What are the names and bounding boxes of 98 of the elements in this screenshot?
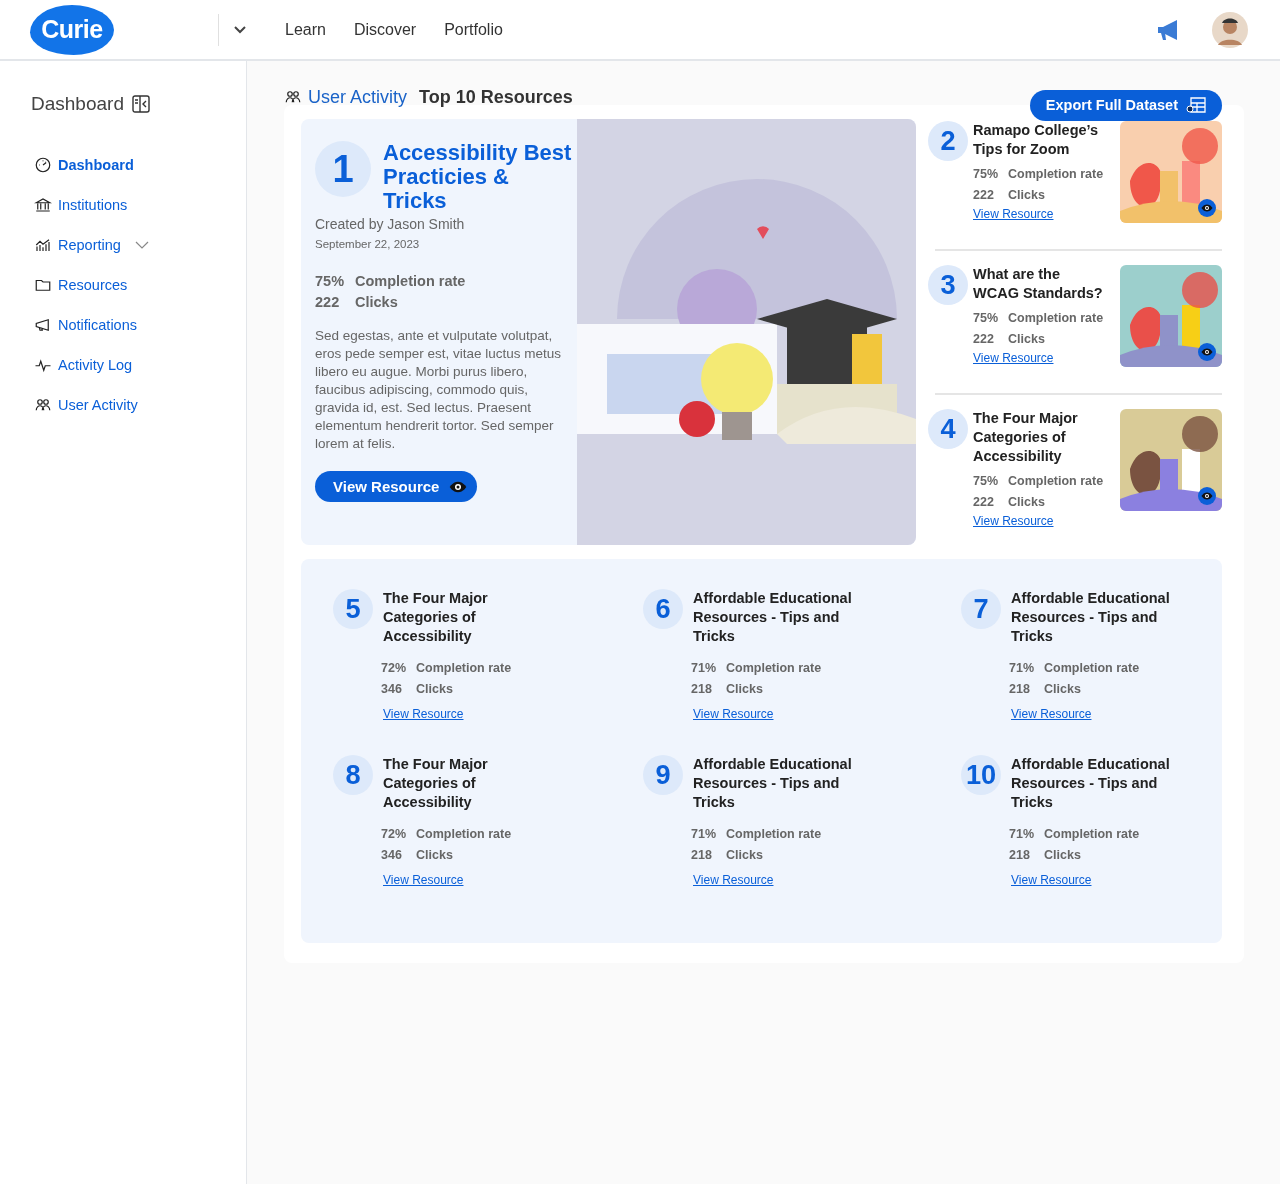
completion-label: Completion rate (416, 661, 512, 675)
view-resource-link[interactable]: View Resource (973, 207, 1054, 221)
completion-label: Completion rate (355, 273, 466, 289)
resource-title: Affordable Educational Resources - Tips and Tricks (693, 755, 853, 812)
megaphone-icon (34, 316, 52, 334)
view-resource-link[interactable]: View Resource (1011, 707, 1092, 721)
sidebar-item[interactable]: Resources (58, 265, 128, 305)
view-resource-link[interactable]: View Resource (973, 514, 1054, 528)
author-text: Created by Jason Smith (315, 216, 466, 232)
chart-icon (34, 236, 52, 254)
collapse-sidebar-icon[interactable] (131, 95, 150, 113)
completion-label: Completion rate (1008, 474, 1104, 488)
completion-label: Completion rate (1044, 827, 1140, 841)
table-icon (1186, 97, 1206, 113)
view-resource-link[interactable]: View Resource (693, 873, 774, 887)
clicks-label: Clicks (355, 294, 398, 310)
completion-value: 71% (1009, 827, 1036, 841)
rank-number: 1 (315, 141, 371, 197)
rank-number: 7 (961, 589, 1001, 629)
breadcrumb-link[interactable]: User Activity (308, 86, 408, 108)
nav-link[interactable]: Discover (353, 20, 417, 39)
clicks-label: Clicks (416, 682, 453, 696)
clicks-label: Clicks (416, 848, 453, 862)
completion-label: Completion rate (416, 827, 512, 841)
view-resource-link[interactable]: View Resource (383, 707, 464, 721)
page-title: Top 10 Resources (419, 86, 573, 108)
eye-icon (1201, 202, 1213, 214)
logo[interactable]: Curie (30, 4, 114, 55)
completion-label: Completion rate (1008, 311, 1104, 325)
resource-title: Affordable Educational Resources - Tips and Tricks (1011, 589, 1171, 646)
sidebar-item[interactable]: Dashboard (58, 145, 134, 185)
completion-value: 75% (973, 311, 1000, 325)
completion-value: 71% (691, 827, 718, 841)
bank-icon (34, 196, 52, 214)
date-text: September 22, 2023 (315, 238, 421, 250)
clicks-label: Clicks (726, 682, 763, 696)
rank-number: 3 (928, 265, 968, 305)
view-resource-link[interactable]: View Resource (973, 351, 1054, 365)
avatar[interactable] (1212, 11, 1248, 48)
clicks-value: 218 (1009, 682, 1031, 696)
clicks-value: 222 (315, 294, 341, 310)
clicks-label: Clicks (1044, 848, 1081, 862)
view-resource-link[interactable]: View Resource (383, 873, 464, 887)
completion-value: 75% (973, 474, 1000, 488)
clicks-value: 218 (691, 682, 713, 696)
sidebar-item[interactable]: User Activity (58, 385, 138, 425)
sidebar-item[interactable]: Reporting (58, 225, 121, 265)
view-resource-button[interactable]: View Resource (315, 471, 478, 502)
completion-value: 71% (1009, 661, 1036, 675)
nav-link[interactable]: Portfolio (444, 20, 503, 39)
resource-title: Accessibility Best Practicies & Tricks (383, 141, 573, 213)
clicks-value: 218 (691, 848, 713, 862)
export-button[interactable]: Export Full Dataset (1029, 89, 1222, 121)
rank-number: 5 (333, 589, 373, 629)
description-text: Sed egestas, ante et vulputate volutpat, eros pede semper est, vitae luctus metus libero eu augue. Morbi purus libero, faucibus adipiscing, commodo quis, gravida id, est. Sed lectus. Praesent elementum hendrerit tortor. Sed semper lorem at felis. (315, 327, 563, 453)
completion-value: 75% (315, 273, 346, 289)
resource-title: What are the WCAG Standards? (973, 265, 1104, 303)
clicks-value: 222 (973, 495, 995, 509)
clicks-label: Clicks (1044, 682, 1081, 696)
completion-value: 72% (381, 661, 408, 675)
clicks-value: 346 (381, 682, 403, 696)
resource-title: Affordable Educational Resources - Tips and Tricks (1011, 755, 1171, 812)
view-resource-link[interactable]: View Resource (1011, 873, 1092, 887)
rank-number: 8 (333, 755, 373, 795)
rank-number: 6 (643, 589, 683, 629)
rank-number: 4 (928, 409, 968, 449)
eye-icon (1201, 490, 1213, 502)
clicks-label: Clicks (1008, 495, 1045, 509)
resource-title: The Four Major Categories of Accessibility (383, 589, 489, 646)
clicks-value: 346 (381, 848, 403, 862)
clicks-value: 222 (973, 332, 995, 346)
completion-value: 75% (973, 167, 1000, 181)
completion-value: 72% (381, 827, 408, 841)
clicks-label: Clicks (1008, 332, 1045, 346)
sidebar-item[interactable]: Institutions (58, 185, 128, 225)
clicks-value: 218 (1009, 848, 1031, 862)
nav-link[interactable]: Learn (285, 20, 326, 39)
sidebar-title: Dashboard (31, 93, 124, 115)
view-resource-link[interactable]: View Resource (693, 707, 774, 721)
rank-number: 2 (928, 121, 968, 161)
resource-title: The Four Major Categories of Accessibility (973, 409, 1079, 466)
resource-title: Affordable Educational Resources - Tips and Tricks (693, 589, 853, 646)
completion-label: Completion rate (1008, 167, 1104, 181)
gauge-icon (34, 156, 52, 174)
clicks-label: Clicks (1008, 188, 1045, 202)
rank-number: 10 (961, 755, 1001, 795)
eye-icon (1201, 346, 1213, 358)
completion-label: Completion rate (1044, 661, 1140, 675)
clicks-value: 222 (973, 188, 995, 202)
sidebar-item[interactable]: Activity Log (58, 345, 133, 385)
completion-label: Completion rate (726, 827, 822, 841)
resource-title: Ramapo College’s Tips for Zoom (973, 121, 1100, 159)
rank-number: 9 (643, 755, 683, 795)
sidebar-item[interactable]: Notifications (58, 305, 137, 345)
completion-label: Completion rate (726, 661, 822, 675)
completion-value: 71% (691, 661, 718, 675)
clicks-label: Clicks (726, 848, 763, 862)
resource-title: The Four Major Categories of Accessibility (383, 755, 489, 812)
